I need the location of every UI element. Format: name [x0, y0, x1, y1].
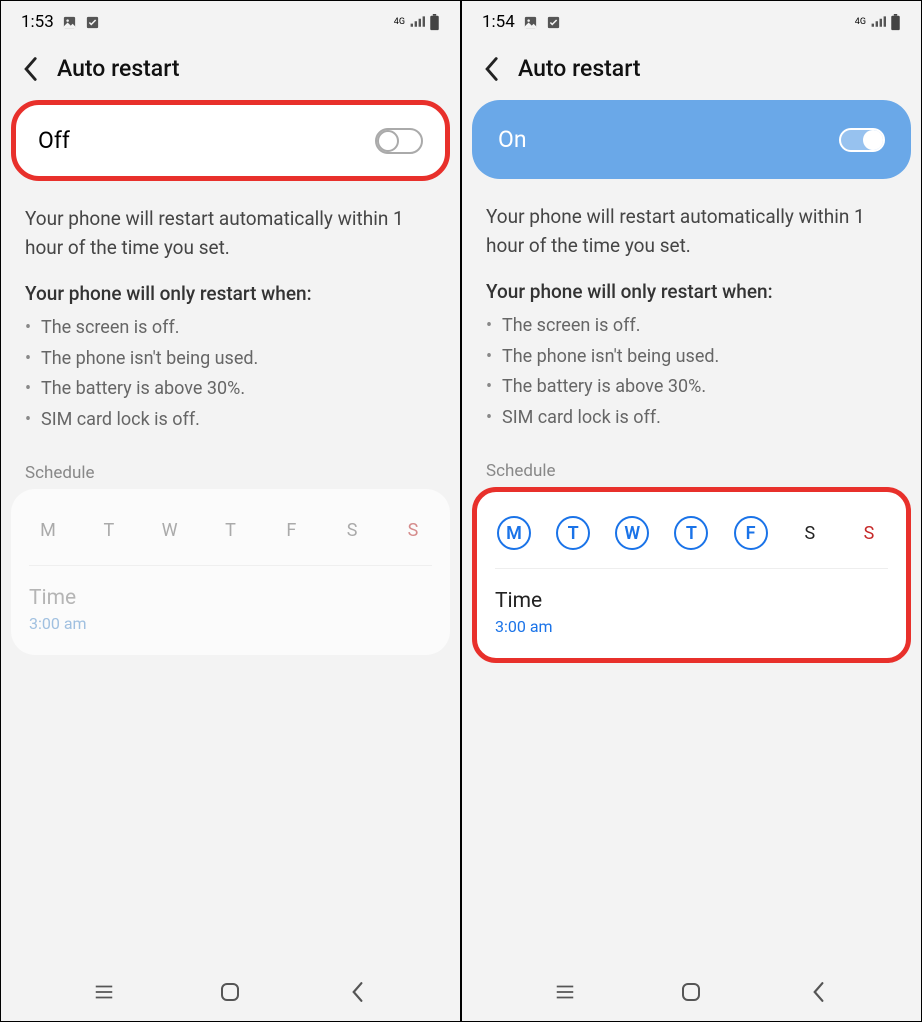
toggle-label: On: [498, 126, 527, 153]
schedule-heading: Schedule: [462, 447, 921, 487]
day-fri: F: [274, 513, 308, 547]
day-tue[interactable]: T: [556, 516, 590, 550]
network-label: 4G: [855, 18, 866, 27]
battery-icon: [890, 14, 901, 31]
back-button[interactable]: [17, 56, 43, 82]
condition-item: The phone isn't being used.: [502, 342, 897, 373]
day-sun: S: [396, 513, 430, 547]
picture-icon: [62, 15, 77, 30]
header: Auto restart: [1, 43, 460, 100]
day-mon[interactable]: M: [497, 516, 531, 550]
status-bar: 1:54 4G: [462, 1, 921, 43]
day-tue: T: [92, 513, 126, 547]
master-toggle-row[interactable]: Off: [11, 100, 450, 181]
nav-home-button[interactable]: [210, 972, 250, 1012]
days-row: M T W T F S S: [29, 507, 432, 566]
status-time: 1:54: [482, 12, 515, 32]
day-fri[interactable]: F: [734, 516, 768, 550]
time-label: Time: [29, 586, 432, 610]
condition-item: The battery is above 30%.: [502, 372, 897, 403]
time-label: Time: [495, 589, 888, 613]
screen-left: 1:53 4G Auto restart Off Your phone w: [0, 0, 461, 1022]
schedule-card: M T W T F S S Time 3:00 am: [472, 487, 911, 663]
status-bar: 1:53 4G: [1, 1, 460, 43]
network-label: 4G: [394, 18, 405, 27]
battery-icon: [429, 14, 440, 31]
nav-home-button[interactable]: [671, 972, 711, 1012]
conditions-title: Your phone will only restart when:: [462, 260, 921, 311]
day-wed[interactable]: W: [615, 516, 649, 550]
screen-right: 1:54 4G Auto restart On Your phone wi: [461, 0, 922, 1022]
header: Auto restart: [462, 43, 921, 100]
master-toggle-row[interactable]: On: [472, 100, 911, 179]
conditions-title: Your phone will only restart when:: [1, 262, 460, 313]
description-text: Your phone will restart automatically wi…: [462, 179, 921, 260]
day-sun[interactable]: S: [852, 516, 886, 550]
condition-item: The screen is off.: [41, 313, 436, 344]
description-text: Your phone will restart automatically wi…: [1, 181, 460, 262]
signal-icon: [870, 15, 886, 29]
nav-back-button[interactable]: [337, 972, 377, 1012]
nav-back-button[interactable]: [798, 972, 838, 1012]
day-sat: S: [335, 513, 369, 547]
schedule-card: M T W T F S S Time 3:00 am: [11, 489, 450, 655]
conditions-list: The screen is off. The phone isn't being…: [1, 313, 460, 449]
nav-bar: [1, 963, 460, 1021]
condition-item: The battery is above 30%.: [41, 374, 436, 405]
days-row: M T W T F S S: [495, 510, 888, 569]
time-value: 3:00 am: [29, 614, 432, 633]
time-row: Time 3:00 am: [29, 566, 432, 633]
nav-bar: [462, 963, 921, 1021]
time-row[interactable]: Time 3:00 am: [495, 569, 888, 636]
condition-item: SIM card lock is off.: [502, 403, 897, 434]
day-thu[interactable]: T: [674, 516, 708, 550]
signal-icon: [409, 15, 425, 29]
toggle-switch-off[interactable]: [375, 128, 423, 154]
day-mon: M: [31, 513, 65, 547]
toggle-switch-on[interactable]: [839, 128, 885, 152]
checkbox-icon: [546, 15, 561, 30]
back-button[interactable]: [478, 56, 504, 82]
day-sat[interactable]: S: [793, 516, 827, 550]
day-wed: W: [153, 513, 187, 547]
page-title: Auto restart: [57, 55, 180, 82]
condition-item: The phone isn't being used.: [41, 344, 436, 375]
status-time: 1:53: [21, 12, 54, 32]
picture-icon: [523, 15, 538, 30]
time-value: 3:00 am: [495, 617, 888, 636]
schedule-heading: Schedule: [1, 449, 460, 489]
condition-item: The screen is off.: [502, 311, 897, 342]
page-title: Auto restart: [518, 55, 641, 82]
condition-item: SIM card lock is off.: [41, 405, 436, 436]
day-thu: T: [213, 513, 247, 547]
nav-recent-button[interactable]: [84, 972, 124, 1012]
checkbox-icon: [85, 15, 100, 30]
conditions-list: The screen is off. The phone isn't being…: [462, 311, 921, 447]
nav-recent-button[interactable]: [545, 972, 585, 1012]
toggle-label: Off: [38, 127, 70, 154]
